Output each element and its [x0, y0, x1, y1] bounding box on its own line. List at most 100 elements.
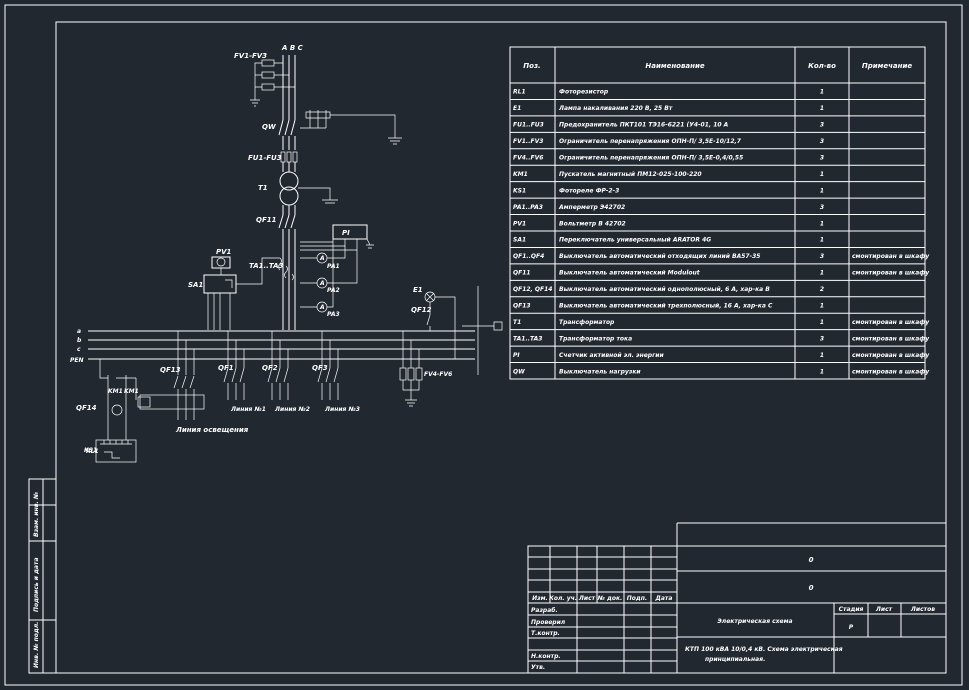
bom-cell-qty: 3: [820, 335, 824, 342]
label-qf14: QF14: [76, 404, 97, 412]
stamp-stage-value: Р: [849, 624, 854, 631]
label-line2: Линия №2: [274, 406, 310, 413]
label-qf13: QF13: [160, 366, 181, 374]
bom-cell-note: смонтирован в шкафу: [852, 368, 930, 375]
bom-cell-name: Предохранитель ПКТ101 ТЭ16-6221 (У4-01, …: [559, 122, 729, 129]
bom-cell-name: Выключатель автоматический отходящих лин…: [559, 253, 760, 260]
bom-cell-name: Трансформатор тока: [559, 335, 632, 342]
bom-cell-pos: PV1: [513, 220, 526, 227]
side-stamp-inv-podl: Инв. № подл.: [33, 622, 40, 668]
stamp-role-tcontrol: Т.контр.: [531, 630, 560, 637]
bom-cell-name: Выключатель нагрузки: [559, 368, 641, 375]
label-qw: QW: [262, 123, 276, 131]
bom-cell-pos: QF1..QF4: [513, 253, 544, 260]
bom-cell-name: Трансформатор: [559, 319, 615, 326]
bom-cell-pos: QF13: [513, 303, 531, 310]
bom-cell-qty: 1: [820, 352, 824, 359]
label-fv1-fv3: FV1-FV3: [234, 52, 267, 60]
svg-text:A: A: [319, 280, 325, 287]
bom-cell-name: Выключатель автоматический однополюсный,…: [559, 286, 770, 293]
bom-cell-qty: 3: [820, 204, 824, 211]
stamp-role-ncontrol: Н.контр.: [531, 653, 561, 660]
label-qf1: QF1: [218, 364, 234, 372]
label-qf11: QF11: [256, 216, 277, 224]
bom-cell-qty: 1: [820, 171, 824, 178]
stamp-role-checked: Проверил: [531, 619, 566, 626]
outer-frame: [4, 4, 963, 686]
bom-cell-pos: QW: [513, 368, 525, 375]
stamp-col-data: Дата: [655, 595, 673, 602]
stamp-sheets-label: Листов: [910, 606, 935, 613]
stamp-drawing-name: Электрическая схема: [717, 618, 792, 625]
label-e1: E1: [413, 286, 423, 294]
stamp-title: 0: [809, 584, 814, 592]
bom-cell-qty: 3: [820, 155, 824, 162]
bom-cell-name: Вольтметр В 42702: [559, 220, 626, 227]
label-fv4-fv6: FV4-FV6: [424, 371, 452, 378]
bom-cell-pos: KS1: [513, 187, 526, 194]
bom-cell-name: Ограничитель перенапряжения ОПН-П/ 3,5Е-…: [559, 138, 742, 145]
bom-cell-note: смонтирован в шкафу: [852, 253, 930, 260]
bom-cell-pos: FV1..FV3: [513, 138, 543, 145]
bom-cell-pos: PA1..PA3: [513, 204, 543, 211]
stamp-col-izm: Изм.: [532, 595, 548, 602]
bom-header-qty: Кол-во: [808, 62, 836, 70]
schematic: FV1-FV3 A B C QW FU1-FU3 T1 QF11 PI TA1.…: [70, 44, 503, 463]
bom-cell-name: Амперметр Э42702: [558, 204, 625, 211]
switch-sa1: [203, 274, 237, 294]
busbars: [88, 330, 475, 360]
label-bus-c: c: [77, 346, 81, 353]
label-qf12: QF12: [411, 306, 432, 314]
label-bus-a: a: [77, 328, 81, 335]
bom-cell-name: Лампа накаливания 220 В, 25 Вт: [558, 105, 673, 112]
svg-text:A: A: [319, 255, 325, 262]
bom-cell-qty: 1: [820, 368, 824, 375]
label-qf2: QF2: [262, 364, 278, 372]
label-km1-a: KM1: [108, 388, 123, 395]
stamp-col-list: Лист: [578, 595, 596, 602]
bom-cell-qty: 1: [820, 303, 824, 310]
bom-cell-pos: QF11: [513, 270, 531, 277]
bom-cell-name: Переключатель универсальный ARATOR 4G: [559, 237, 711, 244]
label-qf3: QF3: [312, 364, 328, 372]
bom-cell-pos: PI: [513, 352, 520, 359]
stamp-col-podp: Подп.: [627, 595, 647, 602]
bom-cell-qty: 1: [820, 105, 824, 112]
bom-header-note: Примечание: [862, 62, 913, 70]
stamp-col-kol: Кол. уч.: [549, 595, 577, 602]
stamp-col-doc: № док.: [597, 595, 623, 602]
label-pv1: PV1: [216, 248, 232, 256]
bom-cell-pos: KM1: [513, 171, 528, 178]
bom-cell-qty: 3: [820, 122, 824, 129]
label-pa3: PA3: [327, 311, 340, 318]
bom-cell-qty: 3: [820, 138, 824, 145]
side-stamp: Инв. № подл. Подпись и дата Взам. инв. №: [28, 478, 57, 674]
bom-table: Поз. Наименование Кол-во Примечание RL1 Ф…: [509, 46, 930, 380]
stamp-role-developed: Разраб.: [531, 607, 558, 614]
bom-cell-pos: RL1: [513, 89, 526, 96]
bom-cell-qty: 1: [820, 237, 824, 244]
voltmeter-pv1: [211, 256, 231, 269]
bom-cell-pos: E1: [513, 105, 521, 112]
bom-cell-note: смонтирован в шкафу: [852, 319, 930, 326]
label-bus-b: b: [77, 337, 82, 344]
bom-cell-pos: SA1: [513, 237, 526, 244]
bom-cell-qty: 1: [820, 187, 824, 194]
label-line1: Линия №1: [230, 406, 266, 413]
side-stamp-sign-date: Подпись и дата: [33, 558, 40, 613]
stamp-sheet-label: Лист: [875, 606, 893, 613]
svg-text:A: A: [319, 304, 325, 311]
surge-arresters-fv1-fv3: [250, 59, 295, 107]
stamp-role-approved: Утв.: [531, 664, 545, 671]
stamp-stage-label: Стадия: [839, 606, 864, 613]
bom-cell-name: Выключатель автоматический Modulout: [559, 270, 701, 277]
inner-frame: [55, 21, 947, 674]
label-line3: Линия №3: [324, 406, 360, 413]
bom-cell-pos: FV4..FV6: [513, 155, 543, 162]
label-ks1: KS1: [84, 447, 97, 454]
label-phases-abc: A B C: [281, 44, 304, 52]
bom-cell-note: смонтирован в шкафу: [852, 270, 930, 277]
label-street-light: Линия освещения: [175, 426, 249, 434]
label-fu1-fu3: FU1-FU3: [248, 154, 282, 162]
bom-cell-note: смонтирован в шкафу: [852, 352, 930, 359]
